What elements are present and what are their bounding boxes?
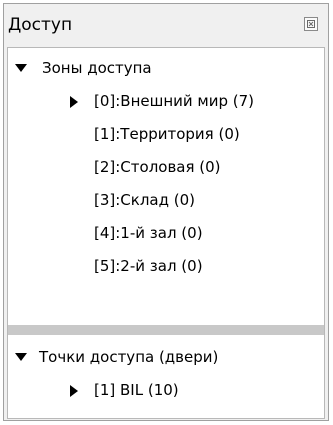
tree-node-zones[interactable]: Зоны доступа <box>15 56 315 80</box>
collapsed-arrow-icon[interactable] <box>69 378 81 402</box>
tree-node-label: [1]:Территория (0) <box>94 125 240 143</box>
tree-node-zone-0[interactable]: [0]:Внешний мир (7) <box>69 89 319 113</box>
tree-node-zone-4[interactable]: [4]:1-й зал (0) <box>94 221 314 245</box>
close-icon <box>307 20 315 28</box>
tree-node-access-points[interactable]: Точки доступа (двери) <box>15 345 315 369</box>
access-tree: Зоны доступа [0]:Внешний мир (7) [1]:Тер… <box>7 47 325 419</box>
tree-node-label: Зоны доступа <box>42 59 152 77</box>
tree-node-label: Точки доступа (двери) <box>39 348 219 366</box>
expanded-arrow-icon[interactable] <box>15 345 27 369</box>
section-splitter[interactable] <box>8 325 324 335</box>
close-button[interactable] <box>304 17 318 31</box>
collapsed-arrow-icon[interactable] <box>69 89 81 113</box>
tree-node-door-1[interactable]: [1] BIL (10) <box>69 378 319 402</box>
tree-node-zone-1[interactable]: [1]:Территория (0) <box>94 122 314 146</box>
tree-node-label: [0]:Внешний мир (7) <box>94 92 255 110</box>
tree-node-label: [3]:Склад (0) <box>94 191 196 209</box>
panel-titlebar: Доступ <box>4 4 328 45</box>
tree-node-label: [2]:Столовая (0) <box>94 158 221 176</box>
tree-node-label: [5]:2-й зал (0) <box>94 257 203 275</box>
panel-title: Доступ <box>8 15 73 35</box>
tree-node-label: [1] BIL (10) <box>94 381 179 399</box>
tree-node-zone-5[interactable]: [5]:2-й зал (0) <box>94 254 314 278</box>
tree-node-zone-2[interactable]: [2]:Столовая (0) <box>94 155 314 179</box>
expanded-arrow-icon[interactable] <box>15 56 27 80</box>
access-panel: Доступ Зоны доступа [0]:Внешний мир (7) … <box>3 3 329 421</box>
tree-node-label: [4]:1-й зал (0) <box>94 224 203 242</box>
tree-node-zone-3[interactable]: [3]:Склад (0) <box>94 188 314 212</box>
